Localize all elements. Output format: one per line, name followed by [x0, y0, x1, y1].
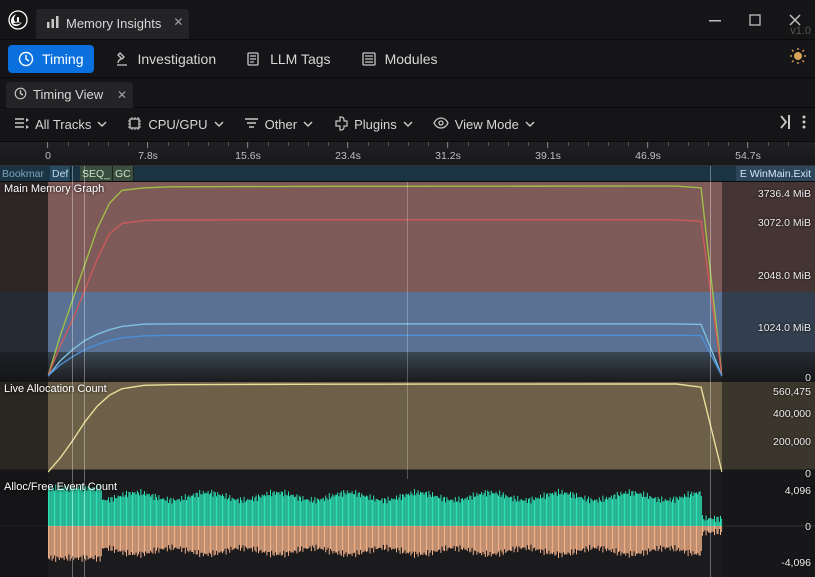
cpu-gpu-label: CPU/GPU: [148, 117, 207, 132]
title-bar: Memory Insights ✕ v1.0: [0, 0, 815, 40]
main-toolbar: Timing Investigation LLM Tags Modules: [0, 40, 815, 78]
view-mode-dropdown[interactable]: View Mode: [427, 112, 541, 138]
app-logo-icon: [0, 0, 36, 40]
ruler-tick: 31.2s: [435, 142, 461, 162]
timing-view-tab[interactable]: Timing View ✕: [6, 82, 133, 108]
more-icon[interactable]: [801, 114, 807, 135]
bookmarks-row-label: Bookmar: [2, 166, 44, 182]
dock-right-icon[interactable]: [773, 114, 791, 135]
app-tab[interactable]: Memory Insights ✕: [36, 9, 189, 39]
eye-icon: [433, 115, 449, 134]
bar-chart-icon: [46, 15, 60, 32]
list-icon: [361, 51, 377, 67]
view-mode-label: View Mode: [455, 117, 519, 132]
llm-tags-tab-button[interactable]: LLM Tags: [236, 45, 340, 73]
llm-tags-label: LLM Tags: [270, 51, 330, 67]
bookmark-chip[interactable]: GC: [113, 166, 134, 181]
bookmark-chip[interactable]: Def: [50, 166, 71, 181]
filter-icon: [244, 116, 259, 134]
tracks-icon: [14, 116, 29, 134]
ruler-tick: 0: [45, 142, 51, 162]
chevron-down-icon: [97, 117, 107, 132]
modules-label: Modules: [385, 51, 438, 67]
plugin-icon: [333, 116, 348, 134]
version-label: v1.0: [790, 25, 811, 37]
bookmarks-row[interactable]: Bookmar DefSEQ_GCE WinMain.Exit: [0, 166, 815, 182]
bookmark-exit: E WinMain.Exit: [736, 166, 815, 182]
theme-icon[interactable]: [789, 47, 807, 70]
modules-tab-button[interactable]: Modules: [351, 45, 448, 73]
microscope-icon: [114, 51, 130, 67]
filter-bar: All Tracks CPU/GPU Other Plugins View Mo…: [0, 108, 815, 142]
other-label: Other: [265, 117, 298, 132]
ruler-tick: 39.1s: [535, 142, 561, 162]
chevron-down-icon: [525, 117, 535, 132]
close-tab-icon[interactable]: ✕: [173, 15, 183, 29]
all-tracks-dropdown[interactable]: All Tracks: [8, 112, 113, 138]
clock-small-icon: [14, 87, 27, 103]
plugins-label: Plugins: [354, 117, 397, 132]
close-subtab-icon[interactable]: ✕: [117, 88, 127, 102]
minimize-button[interactable]: [695, 0, 735, 40]
ruler-tick: 46.9s: [635, 142, 661, 162]
ruler-tick: 15.6s: [235, 142, 261, 162]
note-icon: [246, 51, 262, 67]
sub-tab-bar: Timing View ✕: [0, 78, 815, 108]
chevron-down-icon: [303, 117, 313, 132]
marker-line: [710, 166, 711, 577]
ruler-tick: 54.7s: [735, 142, 761, 162]
chip-icon: [127, 116, 142, 134]
other-dropdown[interactable]: Other: [238, 112, 320, 138]
cursor-line: [407, 182, 408, 479]
plugins-dropdown[interactable]: Plugins: [327, 112, 419, 138]
clock-icon: [18, 51, 34, 67]
cpu-gpu-dropdown[interactable]: CPU/GPU: [121, 112, 229, 138]
maximize-button[interactable]: [735, 0, 775, 40]
time-ruler[interactable]: 0 7.8s 15.6s 23.4s 31.2s 39.1s 46.9s 54.7s: [0, 142, 815, 166]
timing-view-label: Timing View: [33, 87, 103, 102]
timeline-viewport[interactable]: 0 7.8s 15.6s 23.4s 31.2s 39.1s 46.9s 54.7s Book…: [0, 142, 815, 577]
ruler-tick: 23.4s: [335, 142, 361, 162]
investigation-label: Investigation: [138, 51, 217, 67]
timing-label: Timing: [42, 51, 84, 67]
chevron-down-icon: [403, 117, 413, 132]
chevron-down-icon: [214, 117, 224, 132]
marker-line: [84, 166, 85, 577]
alloc-free-track[interactable]: [0, 479, 815, 577]
ruler-tick: 7.8s: [138, 142, 158, 162]
marker-line: [72, 166, 73, 577]
timing-tab-button[interactable]: Timing: [8, 45, 94, 73]
investigation-tab-button[interactable]: Investigation: [104, 45, 227, 73]
app-tab-title: Memory Insights: [66, 16, 161, 31]
all-tracks-label: All Tracks: [35, 117, 91, 132]
